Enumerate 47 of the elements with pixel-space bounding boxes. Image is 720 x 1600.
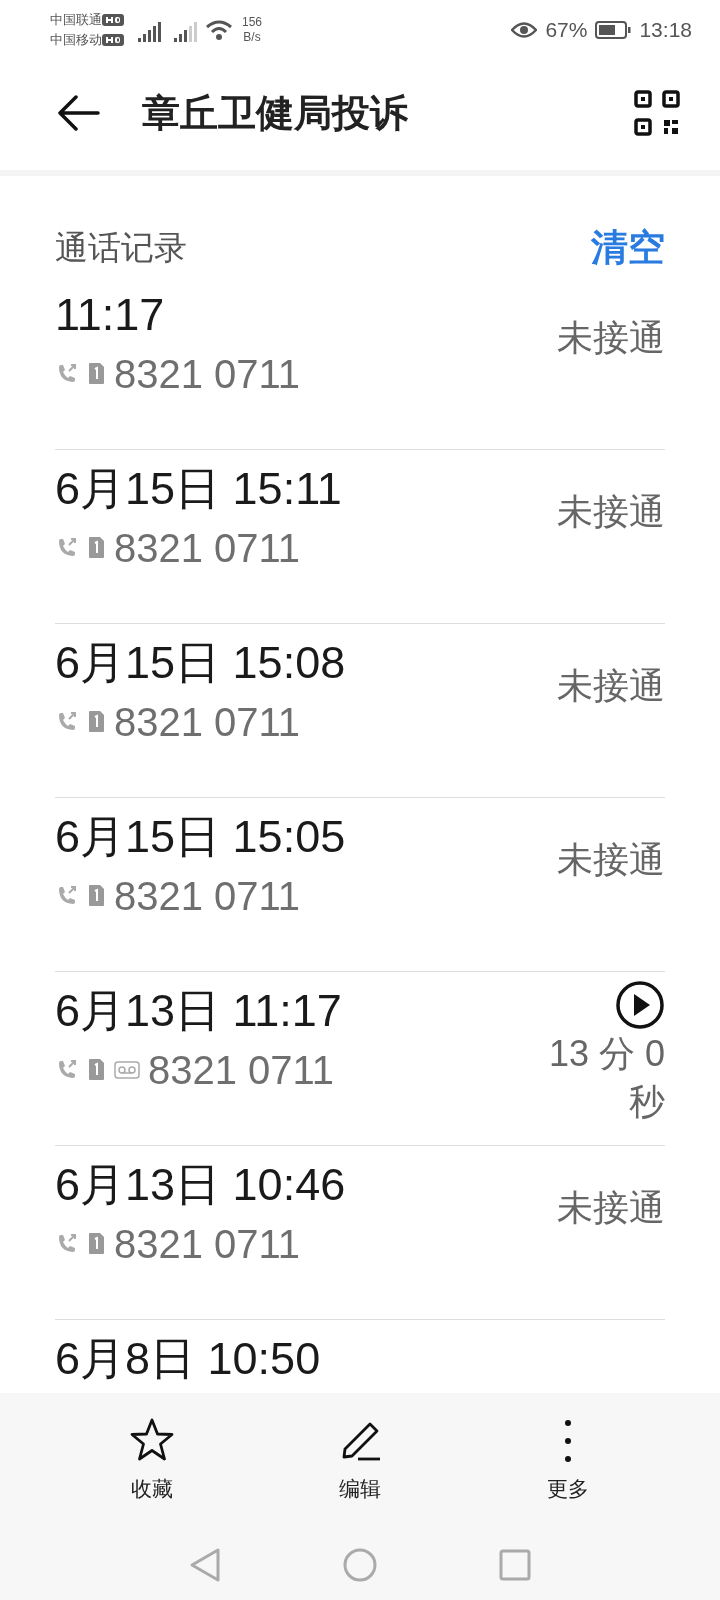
qr-code-button[interactable] [634,90,680,136]
network-speed: B/s [242,30,262,45]
phone-number: 8321 0711 [114,872,301,920]
carrier-name: 中国移动 [50,31,102,49]
sim-icon [87,709,106,734]
sim-icon [87,535,106,560]
call-time: 11:17 [55,287,166,342]
phone-number: 8321 0711 [114,698,301,746]
phone-number: 8321 0711 [114,350,301,398]
clock-time: 13:18 [639,17,692,44]
toolbar-action[interactable]: 收藏 [92,1409,212,1513]
call-time: 6月15日 15:08 [55,635,346,690]
section-title: 通话记录 [55,228,187,268]
call-time: 6月15日 15:05 [55,809,346,864]
call-time: 6月8日 10:50 [55,1331,321,1386]
voicemail-icon [114,1059,140,1080]
carrier-name: 中国联通 [50,11,102,29]
call-status: 未接通 [556,663,665,708]
hd-icon [102,13,124,27]
call-status: 未接通 [556,489,665,534]
back-button[interactable] [56,95,100,131]
phone-number: 8321 0711 [114,524,301,572]
call-status: 13 分 0 秒 [547,1031,665,1124]
sim-icon [87,883,106,908]
network-speed: 156 [242,15,263,30]
call-time: 6月13日 10:46 [55,1157,346,1212]
call-status: 未接通 [556,837,665,882]
phone-number: 8321 0711 [114,1220,301,1268]
battery-percent: 67% [545,17,588,44]
wifi-icon [204,18,234,42]
sim-icon [87,1231,106,1256]
eye-icon [511,21,538,39]
more-icon [564,1417,572,1465]
phone-number: 8321 0711 [148,1046,335,1094]
toolbar-action[interactable]: 更多 [508,1409,628,1513]
sim-icon [87,361,106,386]
toolbar-action[interactable]: 编辑 [300,1409,420,1513]
battery-icon [595,20,632,40]
call-status: 未接通 [556,1185,665,1230]
call-time: 6月13日 11:17 [55,983,342,1038]
call-status: 未接通 [556,315,665,360]
hd-icon [102,33,124,47]
sim-icon [87,1057,106,1082]
contact-name: 章丘卫健局投诉 [142,90,408,136]
clear-button[interactable]: 清空 [591,220,665,276]
play-button[interactable] [615,979,665,1030]
call-time: 6月15日 15:11 [55,461,342,516]
